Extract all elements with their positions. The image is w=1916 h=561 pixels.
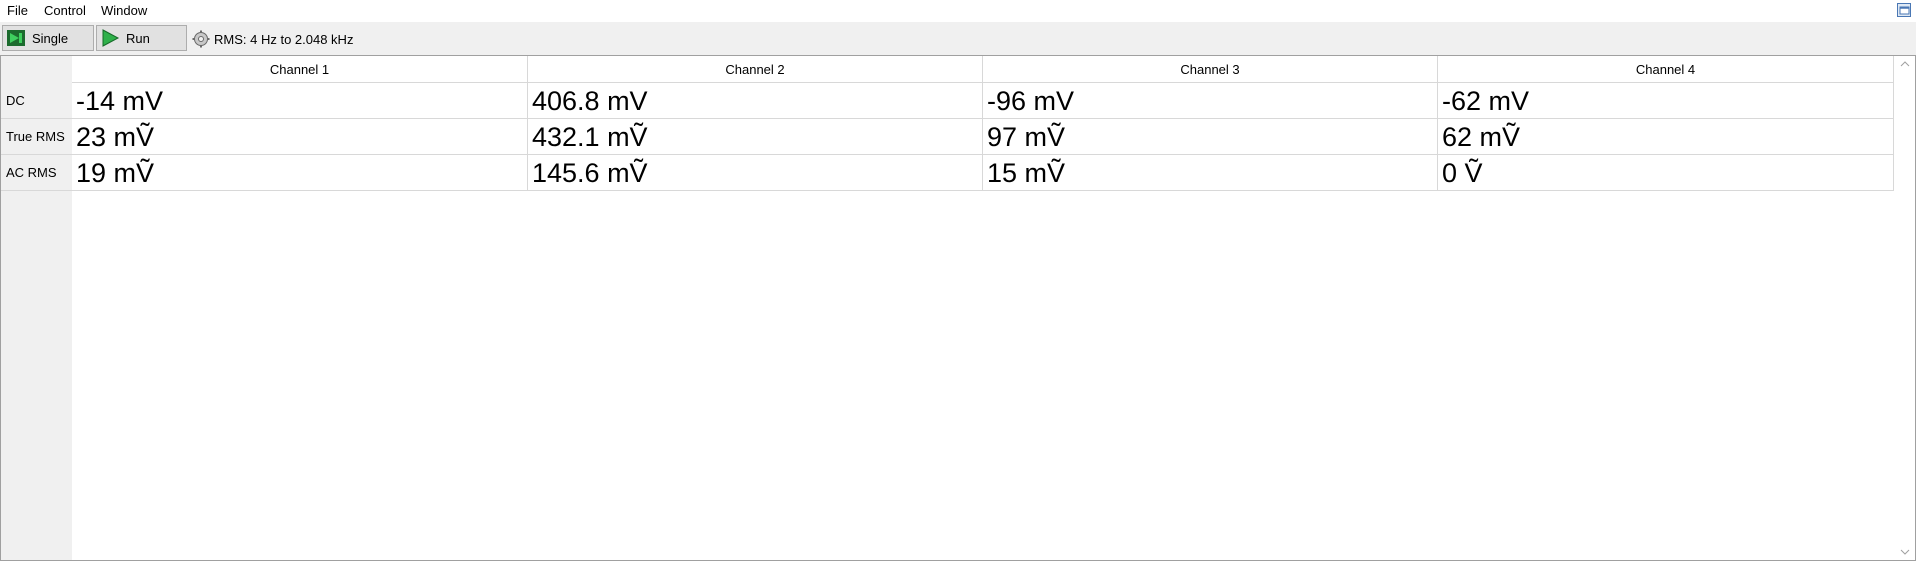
- rms-range-info[interactable]: RMS: 4 Hz to 2.048 kHz: [192, 30, 353, 48]
- run-button[interactable]: Run: [96, 25, 187, 51]
- scroll-down-arrow-icon[interactable]: [1895, 544, 1915, 560]
- row-header-true-rms[interactable]: True RMS: [1, 119, 72, 155]
- cell-true-rms-channel-4[interactable]: 62 mṼ: [1438, 119, 1894, 155]
- cell-dc-channel-2[interactable]: 406.8 mV: [528, 83, 983, 119]
- cell-ac-rms-channel-4[interactable]: 0 Ṽ: [1438, 155, 1894, 191]
- single-button-label: Single: [32, 30, 69, 46]
- cell-true-rms-channel-2[interactable]: 432.1 mṼ: [528, 119, 983, 155]
- cell-true-rms-channel-3[interactable]: 97 mṼ: [983, 119, 1438, 155]
- gear-icon: [192, 30, 210, 48]
- cell-dc-channel-1[interactable]: -14 mV: [72, 83, 528, 119]
- cell-dc-channel-4[interactable]: -62 mV: [1438, 83, 1894, 119]
- single-step-icon: [6, 28, 26, 48]
- column-header-channel-1[interactable]: Channel 1: [72, 56, 528, 83]
- menu-control[interactable]: Control: [42, 3, 88, 19]
- window-restore-icon[interactable]: [1896, 2, 1912, 18]
- menu-bar: File Control Window: [0, 0, 1916, 22]
- cell-ac-rms-channel-1[interactable]: 19 mṼ: [72, 155, 528, 191]
- menu-window[interactable]: Window: [99, 3, 149, 19]
- cell-dc-channel-3[interactable]: -96 mV: [983, 83, 1438, 119]
- column-header-channel-3[interactable]: Channel 3: [983, 56, 1438, 83]
- toolbar: Single Run RMS: 4 Hz to 2.048 kHz: [0, 22, 1916, 55]
- column-header-channel-4[interactable]: Channel 4: [1438, 56, 1894, 83]
- menu-file[interactable]: File: [5, 3, 30, 19]
- single-button[interactable]: Single: [2, 25, 94, 51]
- cell-ac-rms-channel-2[interactable]: 145.6 mṼ: [528, 155, 983, 191]
- measurement-table: Channel 1 Channel 2 Channel 3 Channel 4 …: [0, 55, 1916, 561]
- rms-range-label: RMS: 4 Hz to 2.048 kHz: [214, 31, 354, 47]
- row-header-dc[interactable]: DC: [1, 83, 72, 119]
- column-header-channel-2[interactable]: Channel 2: [528, 56, 983, 83]
- cell-true-rms-channel-1[interactable]: 23 mṼ: [72, 119, 528, 155]
- row-header-ac-rms[interactable]: AC RMS: [1, 155, 72, 191]
- vertical-scrollbar[interactable]: [1895, 56, 1915, 560]
- run-button-label: Run: [126, 30, 150, 46]
- scroll-up-arrow-icon[interactable]: [1895, 56, 1915, 72]
- play-icon: [100, 28, 120, 48]
- cell-ac-rms-channel-3[interactable]: 15 mṼ: [983, 155, 1438, 191]
